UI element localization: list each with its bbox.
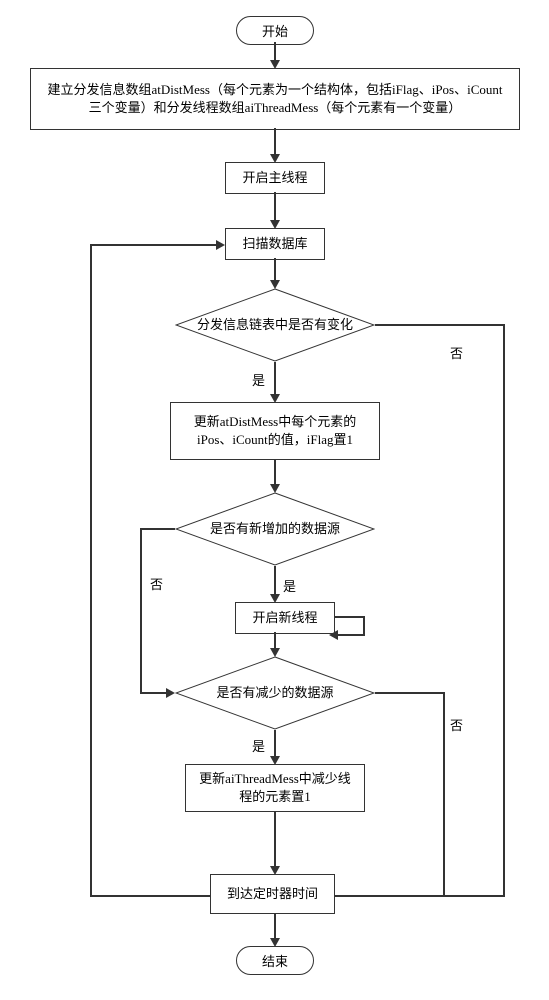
edge-no-3: 否: [450, 715, 463, 734]
connector: [90, 895, 210, 897]
connector: [274, 566, 276, 596]
process-init: 建立分发信息数组atDistMess（每个元素为一个结构体，包括iFlag、iP…: [30, 68, 520, 130]
process-init-text: 建立分发信息数组atDistMess（每个元素为一个结构体，包括iFlag、iP…: [45, 81, 505, 117]
connector: [274, 362, 276, 396]
decision-new-source: 是否有新增加的数据源: [175, 492, 375, 566]
start-terminator: 开始: [236, 16, 314, 45]
connector: [274, 914, 276, 940]
connector: [274, 812, 276, 868]
connector: [333, 895, 505, 897]
decision-less-source: 是否有减少的数据源: [175, 656, 375, 730]
connector: [90, 244, 218, 246]
decision-list-changed: 分发信息链表中是否有变化: [175, 288, 375, 362]
edge-yes-3: 是: [252, 736, 265, 755]
connector: [274, 128, 276, 156]
process-main-thread: 开启主线程: [225, 162, 325, 194]
connector: [503, 324, 505, 897]
connector: [443, 692, 445, 897]
arrow: [329, 630, 338, 640]
connector: [274, 42, 276, 62]
process-new-thread: 开启新线程: [235, 602, 335, 634]
process-scan-db-text: 扫描数据库: [242, 235, 307, 253]
process-main-thread-text: 开启主线程: [242, 169, 307, 187]
end-label: 结束: [262, 951, 288, 970]
process-new-thread-text: 开启新线程: [252, 609, 317, 627]
edge-yes-2: 是: [283, 576, 296, 595]
connector: [375, 692, 445, 694]
connector: [140, 528, 142, 694]
process-timer-text: 到达定时器时间: [227, 885, 318, 903]
connector: [363, 616, 365, 636]
edge-yes-1: 是: [252, 370, 265, 389]
decision-less-source-text: 是否有减少的数据源: [196, 685, 353, 702]
arrow: [216, 240, 225, 250]
connector: [140, 528, 175, 530]
process-update-thread: 更新aiThreadMess中减少线程的元素置1: [185, 764, 365, 812]
connector: [274, 258, 276, 282]
connector: [274, 460, 276, 486]
process-update-thread-text: 更新aiThreadMess中减少线程的元素置1: [196, 770, 354, 806]
connector: [335, 616, 365, 618]
process-update-dist-text: 更新atDistMess中每个元素的iPos、iCount的值，iFlag置1: [181, 413, 369, 449]
decision-new-source-text: 是否有新增加的数据源: [190, 521, 360, 538]
connector: [274, 730, 276, 758]
process-scan-db: 扫描数据库: [225, 228, 325, 260]
edge-no-1: 否: [450, 343, 463, 362]
arrow: [166, 688, 175, 698]
connector: [337, 634, 365, 636]
process-timer: 到达定时器时间: [210, 874, 335, 914]
edge-no-2: 否: [150, 574, 163, 593]
connector: [274, 192, 276, 222]
decision-list-changed-text: 分发信息链表中是否有变化: [177, 317, 373, 334]
process-update-dist: 更新atDistMess中每个元素的iPos、iCount的值，iFlag置1: [170, 402, 380, 460]
start-label: 开始: [262, 21, 288, 40]
connector: [90, 244, 92, 897]
end-terminator: 结束: [236, 946, 314, 975]
connector: [375, 324, 505, 326]
connector: [140, 692, 168, 694]
